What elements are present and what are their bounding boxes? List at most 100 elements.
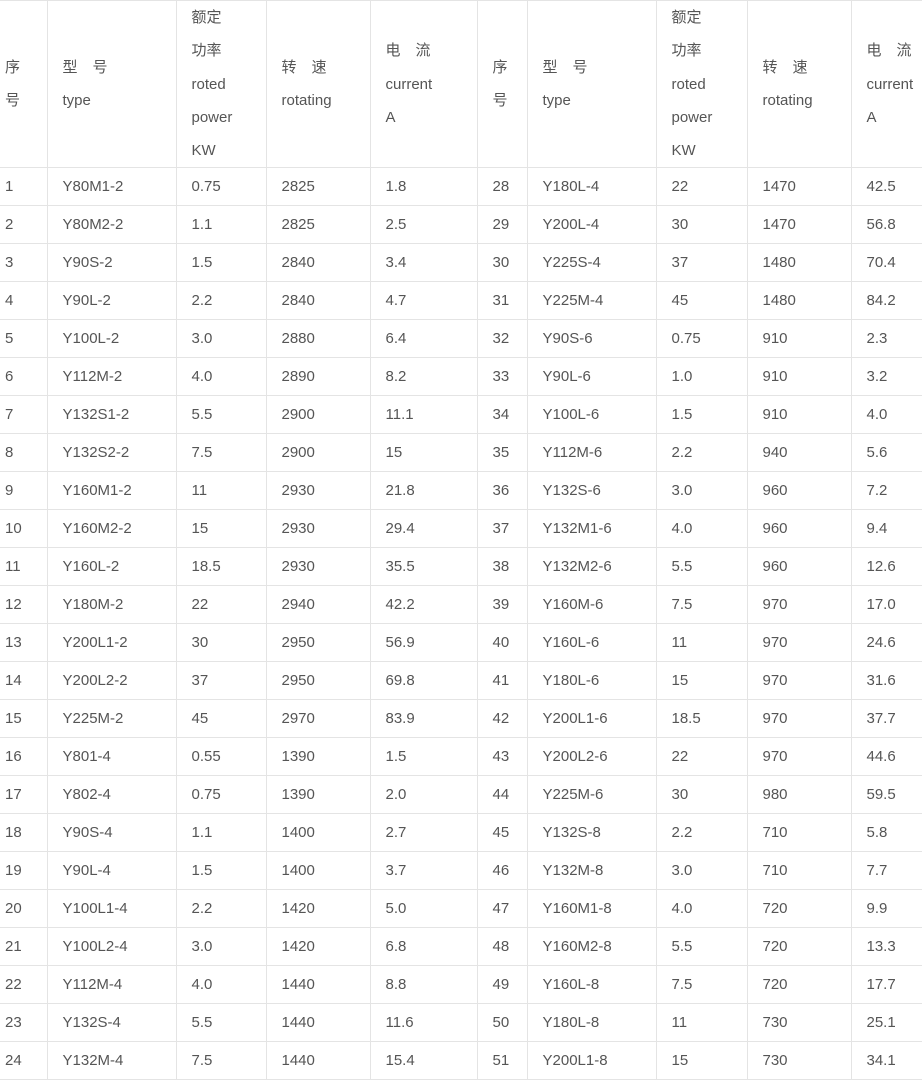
cell-rotating-speed: 2900 — [266, 396, 370, 434]
table-row: 21Y100L2-43.014206.848Y160M2-85.572013.3 — [0, 928, 922, 966]
cell-rotating-speed: 980 — [747, 776, 851, 814]
cell-rated-power: 1.1 — [176, 206, 266, 244]
cell-type: Y200L2-6 — [527, 738, 656, 776]
cell-index: 2 — [0, 206, 47, 244]
cell-current: 6.8 — [370, 928, 477, 966]
cell-index: 22 — [0, 966, 47, 1004]
cell-current: 13.3 — [851, 928, 922, 966]
motor-spec-table: 序号型 号type额定功率rotedpowerKW转 速rotating电 流c… — [0, 0, 922, 1080]
cell-index: 42 — [477, 700, 527, 738]
cell-index: 24 — [0, 1042, 47, 1080]
cell-rated-power: 30 — [176, 624, 266, 662]
cell-current: 15.4 — [370, 1042, 477, 1080]
cell-current: 44.6 — [851, 738, 922, 776]
cell-rotating-speed: 1400 — [266, 852, 370, 890]
cell-index: 32 — [477, 320, 527, 358]
cell-type: Y100L-6 — [527, 396, 656, 434]
cell-rated-power: 22 — [656, 738, 747, 776]
cell-index: 35 — [477, 434, 527, 472]
cell-index: 33 — [477, 358, 527, 396]
cell-index: 29 — [477, 206, 527, 244]
cell-current: 84.2 — [851, 282, 922, 320]
cell-current: 70.4 — [851, 244, 922, 282]
cell-rotating-speed: 2825 — [266, 206, 370, 244]
cell-rotating-speed: 2950 — [266, 624, 370, 662]
cell-index: 19 — [0, 852, 47, 890]
cell-type: Y112M-4 — [47, 966, 176, 1004]
cell-current: 3.4 — [370, 244, 477, 282]
cell-current: 15 — [370, 434, 477, 472]
cell-rotating-speed: 960 — [747, 472, 851, 510]
cell-index: 7 — [0, 396, 47, 434]
header-line: power — [672, 101, 747, 134]
header-line: 额定 — [672, 1, 747, 34]
header-current: 电 流currentA — [370, 1, 477, 168]
cell-type: Y132M2-6 — [527, 548, 656, 586]
table-row: 23Y132S-45.5144011.650Y180L-81173025.1 — [0, 1004, 922, 1042]
cell-type: Y90L-4 — [47, 852, 176, 890]
header-line: 型 号 — [543, 51, 656, 84]
header-line: 序 — [493, 51, 527, 84]
cell-index: 45 — [477, 814, 527, 852]
table-row: 17Y802-40.7513902.044Y225M-63098059.5 — [0, 776, 922, 814]
cell-index: 36 — [477, 472, 527, 510]
cell-rated-power: 37 — [656, 244, 747, 282]
cell-current: 69.8 — [370, 662, 477, 700]
cell-index: 46 — [477, 852, 527, 890]
cell-rated-power: 1.1 — [176, 814, 266, 852]
cell-index: 3 — [0, 244, 47, 282]
cell-index: 14 — [0, 662, 47, 700]
cell-index: 11 — [0, 548, 47, 586]
cell-rated-power: 0.75 — [176, 776, 266, 814]
cell-index: 23 — [0, 1004, 47, 1042]
cell-type: Y225S-4 — [527, 244, 656, 282]
cell-type: Y160M2-2 — [47, 510, 176, 548]
header-index: 序号 — [0, 1, 47, 168]
cell-current: 17.7 — [851, 966, 922, 1004]
cell-rated-power: 3.0 — [656, 852, 747, 890]
cell-rated-power: 4.0 — [656, 890, 747, 928]
cell-rotating-speed: 1440 — [266, 966, 370, 1004]
table-row: 20Y100L1-42.214205.047Y160M1-84.07209.9 — [0, 890, 922, 928]
cell-rotating-speed: 1440 — [266, 1004, 370, 1042]
cell-rated-power: 18.5 — [176, 548, 266, 586]
cell-current: 11.6 — [370, 1004, 477, 1042]
cell-rated-power: 1.5 — [656, 396, 747, 434]
cell-index: 5 — [0, 320, 47, 358]
cell-current: 59.5 — [851, 776, 922, 814]
header-line: 序 — [5, 51, 47, 84]
cell-rated-power: 4.0 — [656, 510, 747, 548]
cell-index: 28 — [477, 168, 527, 206]
cell-type: Y200L1-6 — [527, 700, 656, 738]
table-row: 11Y160L-218.5293035.538Y132M2-65.596012.… — [0, 548, 922, 586]
table-row: 18Y90S-41.114002.745Y132S-82.27105.8 — [0, 814, 922, 852]
header-rated-power-right: 额定功率rotedpowerKW — [656, 1, 747, 168]
cell-index: 34 — [477, 396, 527, 434]
cell-current: 29.4 — [370, 510, 477, 548]
cell-rotating-speed: 2840 — [266, 282, 370, 320]
cell-rotating-speed: 1440 — [266, 1042, 370, 1080]
header-line: 型 号 — [63, 51, 176, 84]
cell-rated-power: 1.0 — [656, 358, 747, 396]
cell-rated-power: 2.2 — [176, 282, 266, 320]
cell-index: 12 — [0, 586, 47, 624]
cell-rotating-speed: 1480 — [747, 282, 851, 320]
cell-rated-power: 1.5 — [176, 244, 266, 282]
table-row: 16Y801-40.5513901.543Y200L2-62297044.6 — [0, 738, 922, 776]
cell-type: Y180M-2 — [47, 586, 176, 624]
cell-rated-power: 11 — [656, 1004, 747, 1042]
cell-index: 51 — [477, 1042, 527, 1080]
cell-rotating-speed: 2840 — [266, 244, 370, 282]
header-line: 电 流 — [867, 34, 922, 67]
cell-rotating-speed: 2970 — [266, 700, 370, 738]
cell-index: 20 — [0, 890, 47, 928]
header-index-right: 序号 — [477, 1, 527, 168]
cell-rotating-speed: 710 — [747, 852, 851, 890]
cell-rated-power: 2.2 — [656, 434, 747, 472]
cell-rotating-speed: 1480 — [747, 244, 851, 282]
cell-current: 8.8 — [370, 966, 477, 1004]
cell-rated-power: 5.5 — [176, 1004, 266, 1042]
table-row: 22Y112M-44.014408.849Y160L-87.572017.7 — [0, 966, 922, 1004]
cell-current: 17.0 — [851, 586, 922, 624]
table-header-row: 序号型 号type额定功率rotedpowerKW转 速rotating电 流c… — [0, 1, 922, 168]
